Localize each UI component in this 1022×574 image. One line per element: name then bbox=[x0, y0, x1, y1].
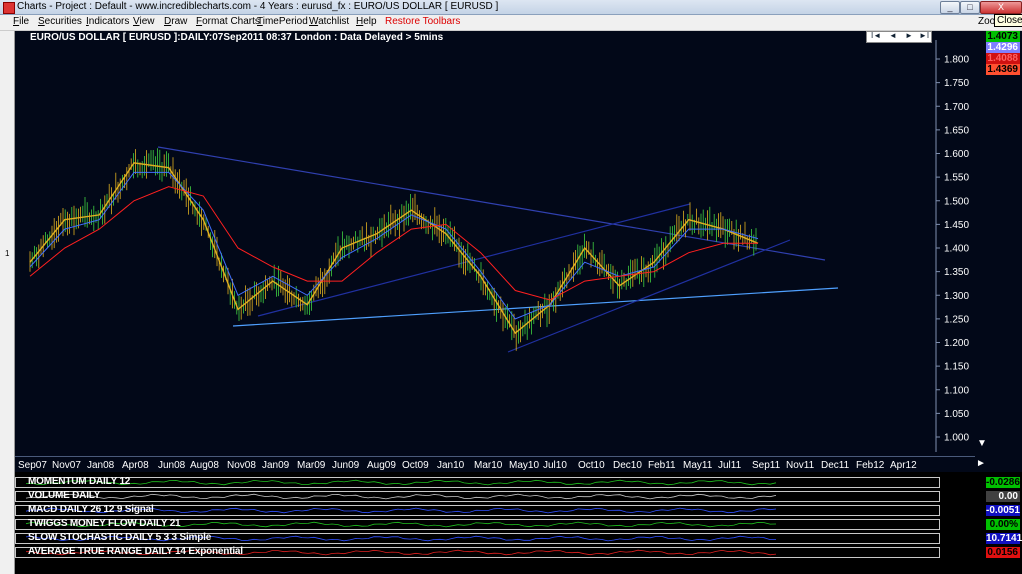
x-tick-label: Jun09 bbox=[332, 460, 360, 471]
indicator-label: MACD DAILY 26 12 9 Signal bbox=[28, 504, 154, 515]
x-tick-label: Nov08 bbox=[227, 460, 256, 471]
x-tick-label: Aug08 bbox=[190, 460, 219, 471]
x-tick-label: Oct09 bbox=[402, 460, 429, 471]
indicator-value-strip bbox=[940, 475, 984, 574]
indicator-value: -0.0051 bbox=[986, 505, 1020, 516]
price-box-ma-short: 1.4296 bbox=[986, 42, 1020, 53]
indicator-label: AVERAGE TRUE RANGE DAILY 14 Exponential bbox=[28, 546, 243, 557]
series-line-0[interactable] bbox=[29, 162, 759, 335]
indicator-label: SLOW STOCHASTIC DAILY 5 3 3 Simple bbox=[28, 532, 212, 543]
y-tick-label: 1.800 bbox=[944, 55, 969, 66]
indicator-label: TWIGGS MONEY FLOW DAILY 21 bbox=[28, 518, 181, 529]
y-tick-label: 1.300 bbox=[944, 291, 969, 302]
price-box-close: 1.4073 bbox=[986, 31, 1020, 42]
x-tick-label: Oct10 bbox=[578, 460, 605, 471]
scroll-down-arrow-icon[interactable]: ▼ bbox=[977, 438, 987, 449]
indicator-line bbox=[25, 493, 777, 500]
x-tick-label: Jan08 bbox=[87, 460, 115, 471]
scroll-right-arrow-icon[interactable]: ► bbox=[976, 458, 986, 469]
x-tick-label: Sep07 bbox=[18, 460, 47, 471]
series-line-1[interactable] bbox=[29, 171, 759, 320]
indicator-label: VOLUME DAILY bbox=[28, 490, 101, 501]
series-line-2[interactable] bbox=[29, 186, 758, 301]
indicator-panel[interactable] bbox=[15, 477, 940, 488]
price-box-high: 1.4369 bbox=[986, 64, 1020, 75]
indicator-value: 0.00 bbox=[986, 491, 1020, 502]
x-tick-label: May10 bbox=[509, 460, 540, 471]
chart-heading: EURO/US DOLLAR [ EURUSD ]:DAILY:07Sep201… bbox=[30, 32, 444, 43]
indicator-value: 0.0156 bbox=[986, 547, 1020, 558]
y-tick-label: 1.550 bbox=[944, 173, 969, 184]
x-tick-label: Sep11 bbox=[752, 460, 781, 471]
x-tick-label: Nov07 bbox=[52, 460, 81, 471]
price-box-ma-long: 1.4088 bbox=[986, 53, 1020, 64]
indicator-value: -0.0286 bbox=[986, 477, 1020, 488]
x-tick-label: Mar09 bbox=[297, 460, 326, 471]
x-tick-label: Jul11 bbox=[718, 460, 742, 471]
x-tick-label: Apr12 bbox=[890, 460, 917, 471]
trendlines bbox=[157, 146, 839, 353]
y-tick-label: 1.450 bbox=[944, 220, 969, 231]
indicator-value: 10.7141 bbox=[986, 533, 1022, 544]
x-tick-label: Nov11 bbox=[786, 460, 815, 471]
indicator-label: MOMENTUM DAILY 12 bbox=[28, 476, 131, 487]
y-tick-label: 1.250 bbox=[944, 314, 969, 325]
y-tick-label: 1.050 bbox=[944, 409, 969, 420]
y-tick-label: 1.100 bbox=[944, 385, 969, 396]
x-tick-label: Feb12 bbox=[856, 460, 885, 471]
indicator-panel[interactable] bbox=[15, 491, 940, 502]
x-tick-label: Jun08 bbox=[158, 460, 186, 471]
y-axis: 1.800 1.750 1.700 1.650 1.600 1.550 1.500 1.450… bbox=[935, 40, 969, 452]
y-tick-label: 1.500 bbox=[944, 196, 969, 207]
x-tick-label: May11 bbox=[683, 460, 713, 471]
x-tick-label: Feb11 bbox=[648, 460, 676, 471]
prev-button[interactable]: ◄ bbox=[889, 31, 897, 40]
x-tick-label: Jul10 bbox=[543, 460, 567, 471]
y-tick-label: 1.400 bbox=[944, 244, 969, 255]
y-tick-label: 1.700 bbox=[944, 102, 969, 113]
trendline-lower[interactable] bbox=[507, 239, 791, 353]
y-tick-label: 1.600 bbox=[944, 149, 969, 160]
y-tick-label: 1.000 bbox=[944, 433, 969, 444]
x-axis-line bbox=[15, 456, 975, 457]
x-tick-label: Apr08 bbox=[122, 460, 149, 471]
chart-nav: I◄ ◄ ► ►I bbox=[866, 31, 932, 43]
x-tick-label: Mar10 bbox=[474, 460, 503, 471]
x-tick-label: Jan09 bbox=[262, 460, 290, 471]
next-button[interactable]: ► bbox=[905, 31, 913, 40]
x-tick-label: Dec11 bbox=[821, 460, 850, 471]
candles bbox=[29, 148, 757, 351]
last-button[interactable]: ►I bbox=[919, 31, 929, 40]
series-lines bbox=[29, 162, 759, 335]
y-tick-label: 1.750 bbox=[944, 78, 969, 89]
y-tick-label: 1.650 bbox=[944, 125, 969, 136]
trendline-support[interactable] bbox=[232, 287, 839, 327]
indicator-value: 0.00% bbox=[986, 519, 1020, 530]
x-tick-label: Dec10 bbox=[613, 460, 642, 471]
x-tick-label: Aug09 bbox=[367, 460, 396, 471]
y-tick-label: 1.200 bbox=[944, 338, 969, 349]
y-tick-label: 1.150 bbox=[944, 362, 969, 373]
x-tick-label: Jan10 bbox=[437, 460, 465, 471]
y-tick-label: 1.350 bbox=[944, 267, 969, 278]
first-button[interactable]: I◄ bbox=[871, 31, 881, 40]
indicator-line bbox=[25, 479, 777, 486]
